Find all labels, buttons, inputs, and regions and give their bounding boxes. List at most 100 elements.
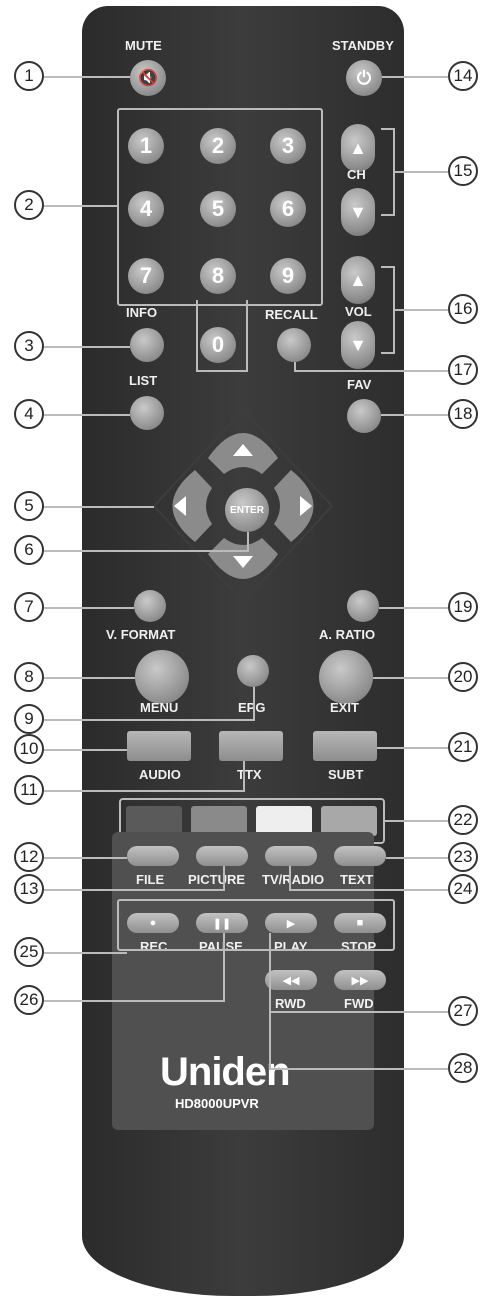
subt-label: SUBT (328, 767, 364, 782)
rewind-icon: ◀◀ (282, 974, 300, 987)
leader-11 (44, 790, 244, 792)
leader-8 (44, 677, 135, 679)
callout-17: 17 (448, 355, 478, 385)
list-label: LIST (129, 373, 158, 388)
v-format-label: V. FORMAT (106, 627, 176, 642)
epg-label: EPG (238, 700, 266, 715)
leader-24-v (289, 866, 291, 891)
callout-21: 21 (448, 732, 478, 762)
callout-4: 4 (14, 399, 44, 429)
a-ratio-button[interactable] (347, 590, 379, 622)
file-button[interactable] (127, 846, 179, 866)
leader-27 (270, 1011, 448, 1013)
callout-6: 6 (14, 535, 44, 565)
leader-14 (382, 76, 448, 78)
leader-12 (44, 857, 127, 859)
epg-button[interactable] (237, 655, 269, 687)
recall-button[interactable] (277, 328, 311, 362)
callout-5: 5 (14, 491, 44, 521)
digit-7-button[interactable]: 7 (128, 258, 164, 294)
leader-19 (379, 607, 448, 609)
callout-2: 2 (14, 190, 44, 220)
callout-19: 19 (448, 592, 478, 622)
vol-up-button[interactable]: ▲ (341, 256, 375, 304)
model-label: HD8000UPVR (175, 1096, 259, 1111)
standby-button[interactable]: ⏻ (346, 60, 382, 96)
info-button[interactable] (130, 328, 164, 362)
callout-23: 23 (448, 842, 478, 872)
fav-button[interactable] (347, 399, 381, 433)
leader-15 (395, 171, 448, 173)
menu-button[interactable] (135, 650, 189, 704)
callout-26: 26 (14, 985, 44, 1015)
leader-26 (44, 1000, 224, 1002)
leader-10 (44, 749, 127, 751)
vol-down-button[interactable]: ▼ (341, 321, 375, 369)
callout-7: 7 (14, 592, 44, 622)
fwd-button[interactable]: ▶▶ (334, 970, 386, 990)
leader-13 (44, 889, 224, 891)
mute-label: MUTE (125, 38, 162, 53)
standby-label: STANDBY (332, 38, 394, 53)
picture-label: PICTURE (188, 872, 246, 887)
leader-4 (44, 414, 130, 416)
callout-10: 10 (14, 734, 44, 764)
digit-4-button[interactable]: 4 (128, 191, 164, 227)
arrow-down-icon: ▼ (349, 334, 367, 355)
leader-9-v (253, 687, 255, 721)
leader-7 (44, 607, 134, 609)
info-label: INFO (126, 305, 158, 320)
callout-16: 16 (448, 294, 478, 324)
tv-radio-button[interactable] (265, 846, 317, 866)
rwd-button[interactable]: ◀◀ (265, 970, 317, 990)
leader-18 (381, 414, 448, 416)
leader-21 (377, 747, 448, 749)
enter-button[interactable]: ENTER (225, 488, 269, 532)
digit-6-button[interactable]: 6 (270, 191, 306, 227)
callout-24: 24 (448, 874, 478, 904)
remote-diagram: MUTE 🔇 STANDBY ⏻ 1 2 3 4 5 6 7 8 9 0 ▲ C… (0, 0, 485, 1299)
digit-0-button[interactable]: 0 (200, 327, 236, 363)
leader-6 (44, 550, 248, 552)
v-format-button[interactable] (134, 590, 166, 622)
vol-bracket (381, 266, 395, 354)
leader-3 (44, 346, 130, 348)
digit-2-button[interactable]: 2 (200, 128, 236, 164)
callout-28: 28 (448, 1053, 478, 1083)
digit-8-button[interactable]: 8 (200, 258, 236, 294)
digit-3-button[interactable]: 3 (270, 128, 306, 164)
text-button[interactable] (334, 846, 386, 866)
callout-15: 15 (448, 156, 478, 186)
picture-button[interactable] (196, 846, 248, 866)
leader-6-v (247, 532, 249, 552)
exit-button[interactable] (319, 650, 373, 704)
callout-1: 1 (14, 61, 44, 91)
digit-5-button[interactable]: 5 (200, 191, 236, 227)
callout-14: 14 (448, 61, 478, 91)
arrow-up-icon: ▲ (349, 269, 367, 290)
digit-1-button[interactable]: 1 (128, 128, 164, 164)
vol-label: VOL (345, 304, 372, 319)
audio-label: AUDIO (139, 767, 181, 782)
leader-11-v (243, 761, 245, 792)
fwd-label: FWD (344, 996, 374, 1011)
callout-22: 22 (448, 805, 478, 835)
a-ratio-label: A. RATIO (319, 627, 376, 642)
callout-18: 18 (448, 399, 478, 429)
file-label: FILE (136, 872, 165, 887)
leader-28-v (269, 990, 271, 1070)
audio-button[interactable] (127, 731, 191, 761)
ttx-label: TTX (237, 767, 262, 782)
leader-5 (44, 506, 154, 508)
subt-button[interactable] (313, 731, 377, 761)
mute-button[interactable]: 🔇 (130, 60, 166, 96)
callout-8: 8 (14, 662, 44, 692)
ttx-button[interactable] (219, 731, 283, 761)
ch-down-button[interactable]: ▼ (341, 188, 375, 236)
leader-23 (386, 857, 448, 859)
recall-label: RECALL (265, 307, 318, 322)
digit-9-button[interactable]: 9 (270, 258, 306, 294)
ch-bracket (381, 128, 395, 216)
callout-27: 27 (448, 996, 478, 1026)
ch-up-button[interactable]: ▲ (341, 124, 375, 172)
